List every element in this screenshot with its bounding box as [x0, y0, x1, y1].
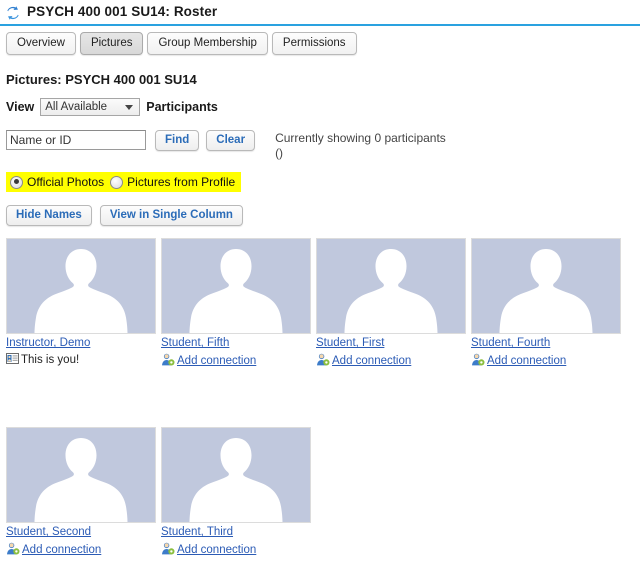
add-connection-action[interactable]: Add connection	[161, 542, 311, 558]
participant-card: Student, Fourth Add connection	[471, 238, 621, 369]
tab-bar: Overview Pictures Group Membership Permi…	[0, 26, 640, 55]
find-button[interactable]: Find	[155, 130, 200, 151]
view-select[interactable]: All Available	[40, 98, 141, 116]
participant-card: Student, Second Add connection	[6, 427, 156, 558]
add-user-icon	[316, 353, 330, 369]
participant-card: Instructor, Demo This is you!	[6, 238, 156, 369]
hide-names-button[interactable]: Hide Names	[6, 205, 92, 226]
participant-name-link[interactable]: Instructor, Demo	[6, 337, 156, 349]
status-count-line: Currently showing 0 participants	[275, 131, 446, 145]
add-connection-label[interactable]: Add connection	[177, 355, 256, 367]
add-user-icon	[161, 542, 175, 558]
participant-name-link[interactable]: Student, Second	[6, 526, 156, 538]
tab-permissions[interactable]: Permissions	[271, 32, 357, 55]
radio-official-photos-label: Official Photos	[27, 175, 105, 189]
tab-group-membership[interactable]: Group Membership	[147, 32, 268, 55]
add-user-icon	[161, 353, 175, 369]
add-connection-label[interactable]: Add connection	[22, 544, 101, 556]
radio-pictures-from-profile-dot[interactable]	[110, 175, 124, 189]
participant-photo[interactable]	[471, 238, 621, 334]
participant-self-label: This is you!	[21, 354, 80, 366]
status-text: Currently showing 0 participants ()	[275, 130, 446, 161]
status-detail-line: ()	[275, 146, 284, 160]
participant-photo[interactable]	[161, 238, 311, 334]
tab-pictures[interactable]: Pictures	[79, 32, 144, 55]
view-filter-row: View All Available Participants	[6, 98, 640, 116]
radio-official-photos-dot[interactable]	[10, 175, 23, 189]
photo-source-radio-group: Official Photos Pictures from Profile	[6, 172, 242, 192]
id-card-icon	[6, 353, 19, 367]
add-user-icon	[6, 542, 20, 558]
clear-button[interactable]: Clear	[206, 130, 256, 151]
participant-card: Student, Third Add connection	[161, 427, 311, 558]
participant-self-indicator: This is you!	[6, 353, 156, 367]
person-silhouette-icon	[34, 249, 128, 333]
radio-pictures-from-profile[interactable]: Pictures from Profile	[110, 175, 235, 189]
add-connection-action[interactable]: Add connection	[6, 542, 156, 558]
view-label: View	[6, 100, 35, 114]
person-silhouette-icon	[499, 249, 593, 333]
participants-label: Participants	[146, 100, 218, 114]
add-connection-action[interactable]: Add connection	[471, 353, 621, 369]
participant-photo[interactable]	[6, 427, 156, 523]
person-silhouette-icon	[189, 438, 283, 522]
action-button-row: Hide Names View in Single Column	[6, 205, 640, 226]
participant-card: Student, Fifth Add connection	[161, 238, 311, 369]
participant-photo[interactable]	[161, 427, 311, 523]
add-connection-action[interactable]: Add connection	[316, 353, 466, 369]
radio-pictures-from-profile-label: Pictures from Profile	[127, 175, 236, 189]
tab-overview[interactable]: Overview	[6, 32, 76, 55]
person-silhouette-icon	[344, 249, 438, 333]
grid-row-spacer	[6, 374, 638, 422]
sync-icon	[6, 5, 20, 20]
add-connection-label[interactable]: Add connection	[487, 355, 566, 367]
participant-name-link[interactable]: Student, Third	[161, 526, 311, 538]
radio-official-photos[interactable]: Official Photos	[10, 175, 104, 189]
participant-photo-grid: Instructor, Demo This is you! Student, F…	[6, 238, 638, 558]
add-user-icon	[471, 353, 485, 369]
page-header: PSYCH 400 001 SU14: Roster	[0, 0, 640, 20]
view-single-column-button[interactable]: View in Single Column	[99, 205, 243, 226]
page-section-title: Pictures: PSYCH 400 001 SU14	[6, 72, 197, 87]
view-select-value: All Available	[45, 101, 108, 113]
person-silhouette-icon	[34, 438, 128, 522]
participant-card: Student, First Add connection	[316, 238, 466, 369]
person-silhouette-icon	[189, 249, 283, 333]
add-connection-label[interactable]: Add connection	[332, 355, 411, 367]
find-row: Find Clear Currently showing 0 participa…	[6, 130, 640, 161]
add-connection-action[interactable]: Add connection	[161, 353, 311, 369]
participant-photo[interactable]	[316, 238, 466, 334]
participant-photo[interactable]	[6, 238, 156, 334]
participant-name-link[interactable]: Student, Fifth	[161, 337, 311, 349]
search-input[interactable]	[6, 130, 146, 150]
page-title: PSYCH 400 001 SU14: Roster	[27, 4, 218, 19]
main-content: Pictures: PSYCH 400 001 SU14 View All Av…	[0, 72, 640, 558]
chevron-down-icon	[125, 104, 134, 110]
participant-name-link[interactable]: Student, Fourth	[471, 337, 621, 349]
add-connection-label[interactable]: Add connection	[177, 544, 256, 556]
participant-name-link[interactable]: Student, First	[316, 337, 466, 349]
